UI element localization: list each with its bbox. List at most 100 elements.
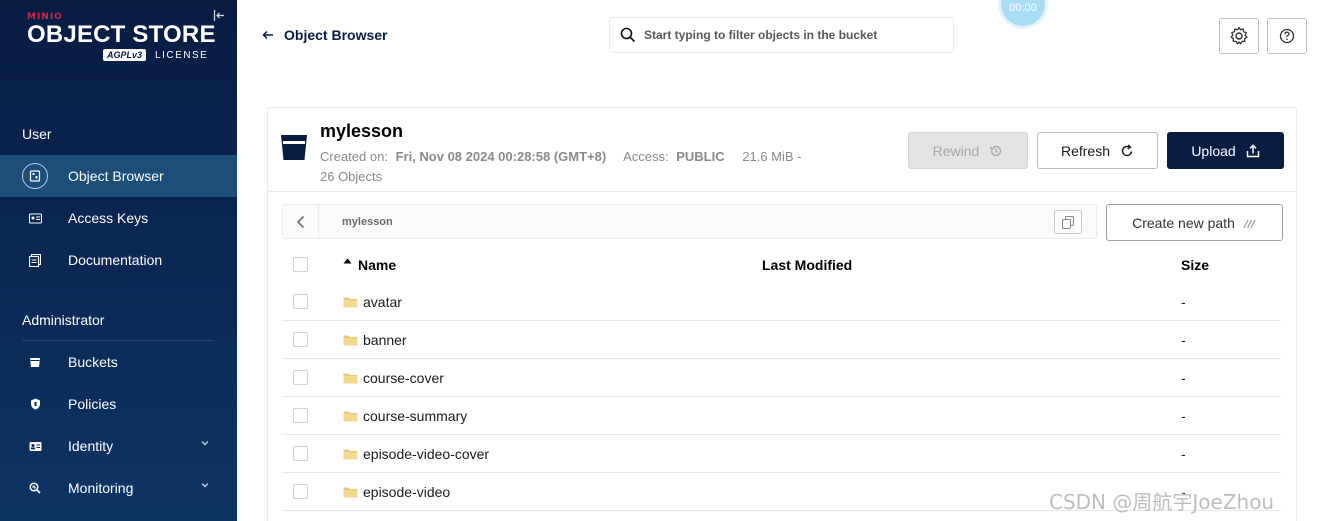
object-name-cell[interactable]: course-summary xyxy=(343,408,467,424)
history-icon xyxy=(990,145,1002,156)
minio-logo: MINIO OBJECT STORE AGPLv3 LICENSE xyxy=(27,12,217,74)
bucket-name: mylesson xyxy=(320,121,404,141)
object-name-cell[interactable]: banner xyxy=(343,332,407,348)
table-header-row: Name Last Modified Size xyxy=(282,246,1281,283)
help-icon xyxy=(1279,28,1295,44)
policies-icon xyxy=(22,391,48,417)
csdn-watermark: CSDN @周航宇JoeZhou xyxy=(1049,490,1275,514)
buckets-icon xyxy=(22,349,48,375)
identity-icon xyxy=(22,433,48,459)
created-label: Created on: xyxy=(320,149,388,164)
folder-icon xyxy=(343,487,358,497)
row-checkbox[interactable] xyxy=(293,408,308,423)
collapse-sidebar-icon[interactable] xyxy=(213,9,227,23)
chevron-down-icon[interactable] xyxy=(198,439,212,453)
sidebar-item-label: Monitoring xyxy=(68,480,134,496)
object-size: - xyxy=(1181,331,1186,348)
created-value: Fri, Nov 08 2024 00:28:58 (GMT+8) xyxy=(395,149,607,164)
rewind-button[interactable]: Rewind xyxy=(908,132,1028,169)
sidebar-item-label: Policies xyxy=(68,396,117,412)
refresh-label: Refresh xyxy=(1060,142,1111,159)
object-filter-search[interactable] xyxy=(609,17,954,53)
arrow-left-icon xyxy=(262,27,274,43)
sidebar-item-label: Buckets xyxy=(68,354,118,370)
table-row[interactable]: course-summary - xyxy=(282,397,1281,435)
object-name-cell[interactable]: episode-video xyxy=(343,484,450,500)
upload-icon xyxy=(1246,143,1259,157)
sidebar-item-label: Identity xyxy=(68,438,114,454)
table-row[interactable]: banner - xyxy=(282,321,1281,359)
folder-icon xyxy=(343,297,358,307)
chevron-down-icon[interactable] xyxy=(198,481,212,495)
object-size: - xyxy=(1181,407,1186,424)
copy-path-button[interactable] xyxy=(1054,210,1082,234)
help-button[interactable] xyxy=(1267,18,1307,54)
license-text: LICENSE xyxy=(155,49,209,61)
folder-icon xyxy=(343,335,358,345)
name-column-header[interactable]: Name xyxy=(343,257,396,273)
sidebar-item-documentation[interactable]: Documentation xyxy=(0,239,237,281)
administrator-section-title: Administrator xyxy=(22,312,105,328)
table-row[interactable]: avatar - xyxy=(282,283,1281,321)
refresh-icon xyxy=(1121,143,1133,156)
object-size: - xyxy=(1181,293,1186,310)
search-icon xyxy=(620,27,636,43)
gear-icon xyxy=(1230,26,1248,45)
object-name-cell[interactable]: course-cover xyxy=(343,370,444,386)
object-name: banner xyxy=(363,331,407,348)
access-value: PUBLIC xyxy=(676,149,725,164)
search-input[interactable] xyxy=(644,28,944,42)
row-checkbox[interactable] xyxy=(293,370,308,385)
bucket-icon xyxy=(281,135,307,160)
object-browser-icon xyxy=(22,163,48,189)
row-checkbox[interactable] xyxy=(293,332,308,347)
refresh-button[interactable]: Refresh xyxy=(1037,132,1158,169)
row-checkbox[interactable] xyxy=(293,294,308,309)
agpl-badge: AGPLv3 xyxy=(103,49,147,61)
sidebar-item-policies[interactable]: Policies xyxy=(0,383,237,425)
back-to-object-browser-link[interactable]: Object Browser xyxy=(262,27,387,43)
bucket-size: 21.6 MiB - xyxy=(742,149,802,164)
access-label: Access: xyxy=(623,149,669,164)
select-all-checkbox[interactable] xyxy=(293,257,308,272)
table-row[interactable]: episode-video-cover - xyxy=(282,435,1281,473)
monitoring-icon xyxy=(22,475,48,501)
create-new-path-button[interactable]: Create new path xyxy=(1106,204,1283,241)
folder-icon xyxy=(343,411,358,421)
breadcrumb-path[interactable]: mylesson xyxy=(342,216,393,228)
object-name-cell[interactable]: episode-video-cover xyxy=(343,446,489,462)
size-column-header[interactable]: Size xyxy=(1181,257,1209,273)
object-name-cell[interactable]: avatar xyxy=(343,294,402,310)
create-path-label: Create new path xyxy=(1132,214,1235,231)
sidebar-item-access-keys[interactable]: Access Keys xyxy=(0,197,237,239)
upload-label: Upload xyxy=(1191,142,1236,159)
rewind-label: Rewind xyxy=(932,142,980,159)
row-checkbox[interactable] xyxy=(293,446,308,461)
object-name: episode-video xyxy=(363,483,451,500)
sidebar-item-monitoring[interactable]: Monitoring xyxy=(0,467,237,509)
name-header-label: Name xyxy=(358,256,397,273)
folder-icon xyxy=(343,373,358,383)
sidebar-item-buckets[interactable]: Buckets xyxy=(0,341,237,383)
new-path-icon xyxy=(1243,219,1256,228)
sidebar-item-identity[interactable]: Identity xyxy=(0,425,237,467)
sidebar-item-label: Documentation xyxy=(68,252,163,268)
copy-icon xyxy=(1062,215,1074,229)
bucket-panel: mylesson Created on: Fri, Nov 08 2024 00… xyxy=(267,107,1297,521)
settings-button[interactable] xyxy=(1219,18,1259,54)
back-link-label: Object Browser xyxy=(284,27,388,43)
folder-icon xyxy=(343,449,358,459)
sidebar-item-object-browser[interactable]: Object Browser xyxy=(0,155,237,197)
table-row[interactable]: course-cover - xyxy=(282,359,1281,397)
object-name: course-cover xyxy=(363,369,444,386)
sidebar-item-label: Access Keys xyxy=(68,210,149,226)
breadcrumb: mylesson xyxy=(282,204,1097,239)
breadcrumb-back-button[interactable] xyxy=(283,205,319,238)
sort-ascending-icon xyxy=(343,256,352,266)
last-modified-column-header[interactable]: Last Modified xyxy=(762,257,852,273)
bucket-object-count: 26 Objects xyxy=(320,169,383,184)
upload-button[interactable]: Upload xyxy=(1167,132,1284,169)
row-checkbox[interactable] xyxy=(293,484,308,499)
logo-object-store-text: OBJECT STORE xyxy=(27,21,216,48)
access-keys-icon xyxy=(22,205,48,231)
